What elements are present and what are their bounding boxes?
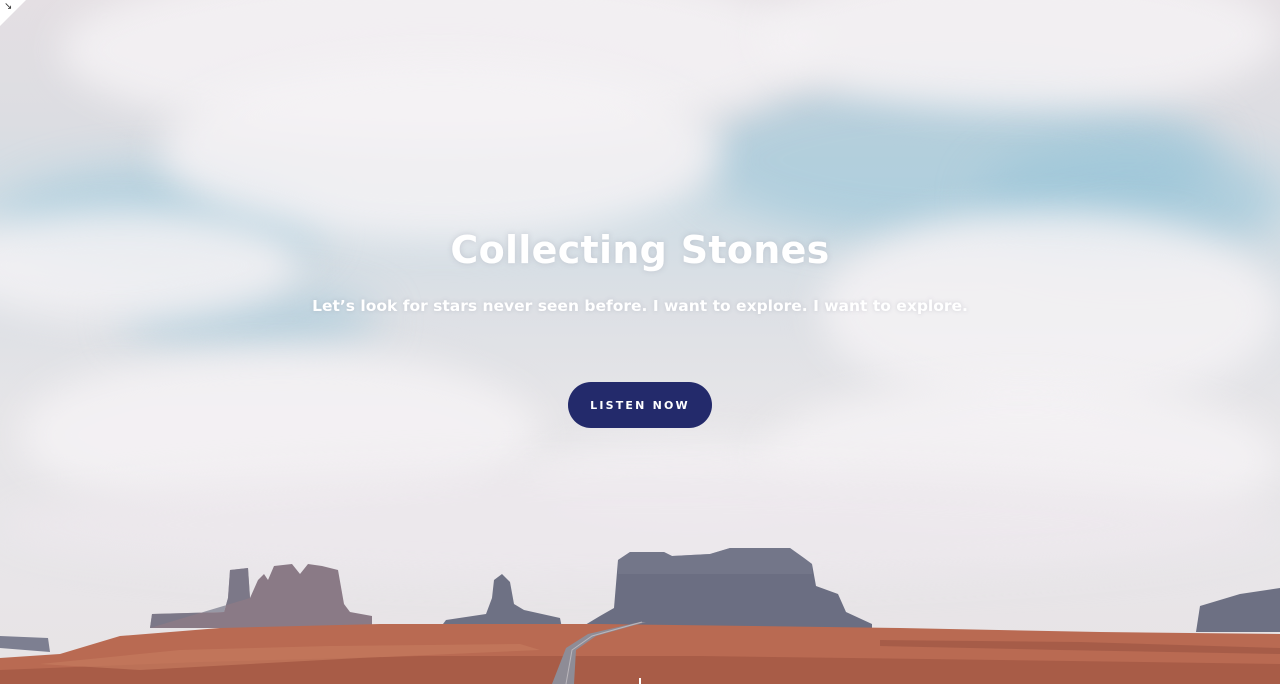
scroll-indicator[interactable]: [639, 678, 641, 684]
listen-now-button[interactable]: LISTEN NOW: [568, 382, 712, 428]
hero-section: ↘ Collecting Stones Let’s look for stars…: [0, 0, 1280, 684]
page-title: Collecting Stones: [450, 228, 830, 272]
hero-subtitle: Let’s look for stars never seen before. …: [312, 297, 968, 315]
expand-arrow-icon[interactable]: ↘: [4, 2, 12, 12]
desert-landscape: [0, 548, 1280, 684]
